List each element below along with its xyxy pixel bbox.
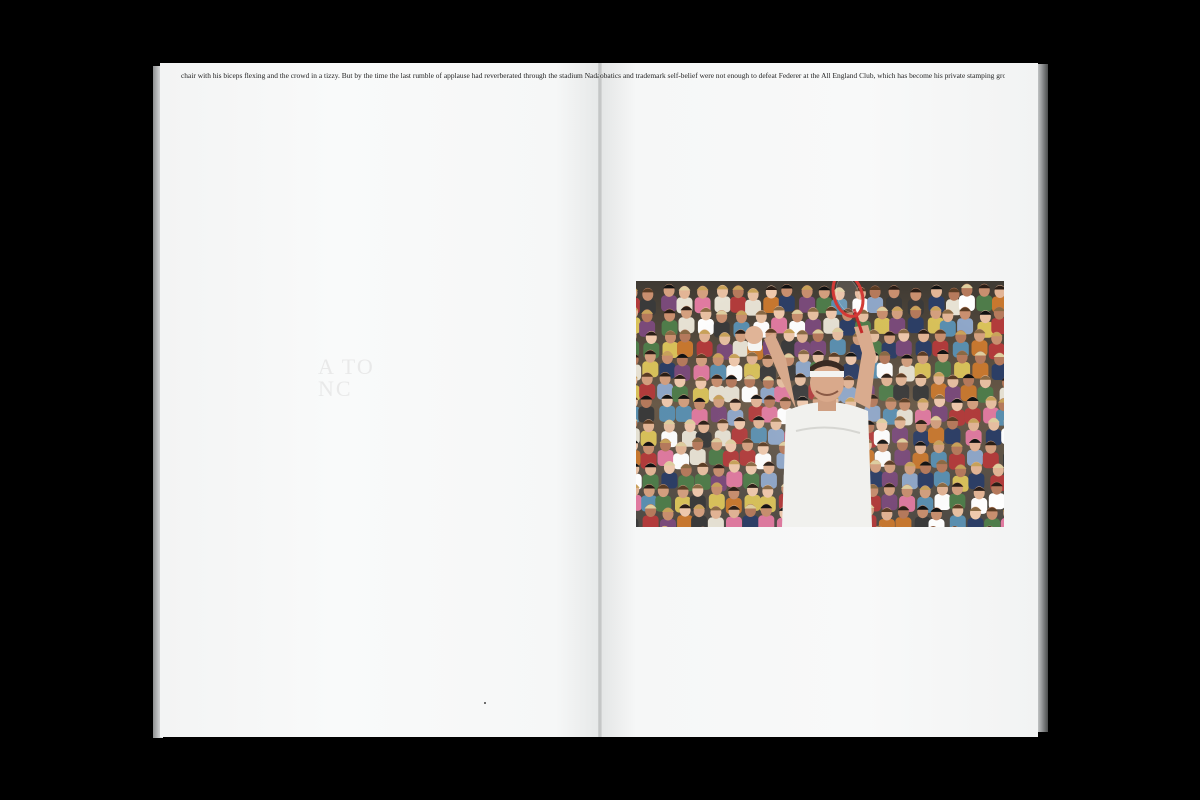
photo-illustration: [636, 281, 1004, 527]
book-gutter: [598, 63, 602, 737]
tennis-celebration-photo: [636, 281, 1004, 527]
show-through-line: NC: [318, 376, 353, 401]
left-page: [160, 63, 600, 737]
reverse-page-show-through: A TO NC: [318, 356, 375, 400]
left-page-text-line: chair with his biceps flexing and the cr…: [181, 71, 599, 80]
show-through-line: A TO: [318, 354, 375, 379]
right-page-text-line: obatics and trademark self-belief were n…: [600, 71, 1005, 80]
page-mark: [484, 702, 486, 704]
